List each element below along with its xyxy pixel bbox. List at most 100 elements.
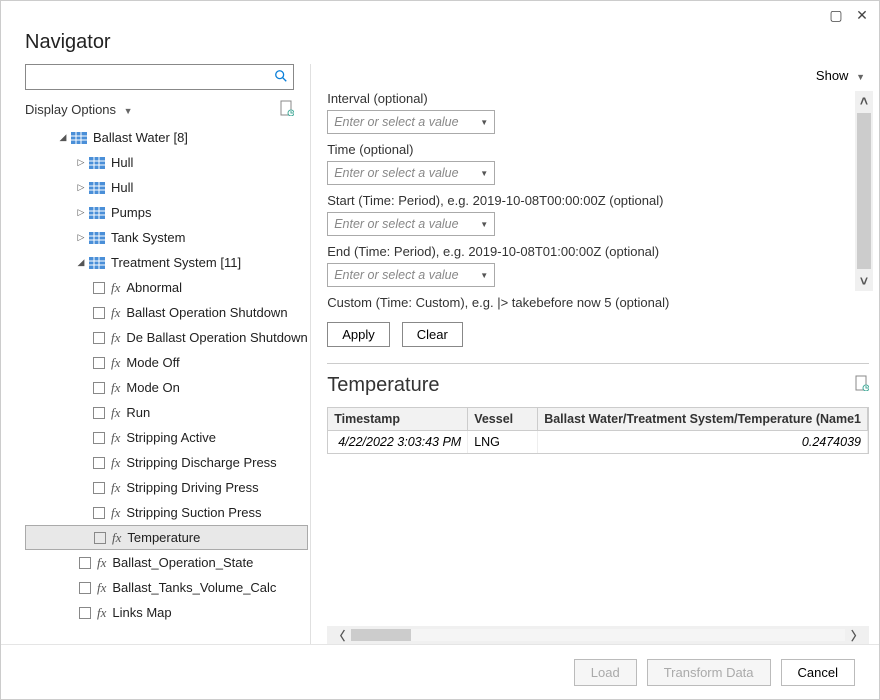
fx-icon: fx	[111, 280, 120, 296]
horizontal-scrollbar[interactable]: 〈 〉	[327, 626, 869, 644]
search-input[interactable]	[26, 70, 269, 85]
scroll-right-icon[interactable]: 〉	[845, 627, 869, 644]
fx-icon: fx	[111, 355, 120, 371]
tree-label: Mode On	[126, 380, 179, 395]
end-combo[interactable]: Enter or select a value▼	[327, 263, 495, 287]
tree-label: Run	[126, 405, 150, 420]
apply-button[interactable]: Apply	[327, 322, 390, 347]
tree-label: Stripping Driving Press	[126, 480, 258, 495]
expand-icon[interactable]: ▷	[75, 207, 87, 218]
tree-fx-item[interactable]: fxBallast_Operation_State	[25, 550, 308, 575]
fx-icon: fx	[111, 455, 120, 471]
checkbox[interactable]	[93, 307, 105, 319]
chevron-down-icon: ▼	[480, 220, 488, 229]
interval-combo[interactable]: Enter or select a value▼	[327, 110, 495, 134]
tree-label: Links Map	[112, 605, 171, 620]
scroll-down-icon[interactable]: ˅	[855, 271, 873, 291]
scroll-up-icon[interactable]: ˄	[855, 91, 873, 111]
checkbox[interactable]	[79, 582, 91, 594]
checkbox[interactable]	[79, 557, 91, 569]
checkbox[interactable]	[93, 457, 105, 469]
tree-fx-item[interactable]: fxMode On	[25, 375, 308, 400]
window-close-icon[interactable]: ✕	[853, 6, 871, 24]
refresh-icon[interactable]	[280, 100, 294, 119]
tree-node[interactable]: ▷ Tank System	[25, 225, 308, 250]
tree-fx-item[interactable]: fxAbnormal	[25, 275, 308, 300]
tree-label: Ballast_Operation_State	[112, 555, 253, 570]
tree-fx-item[interactable]: fxStripping Active	[25, 425, 308, 450]
tree-node[interactable]: ▷Hull	[25, 175, 308, 200]
checkbox[interactable]	[93, 507, 105, 519]
load-button: Load	[574, 659, 637, 686]
tree-label: Temperature	[127, 530, 200, 545]
grid-row[interactable]: 4/22/2022 3:03:43 PM LNG 0.2474039	[328, 431, 868, 453]
display-options-dropdown[interactable]: Display Options ▼	[25, 102, 133, 117]
result-title: Temperature	[327, 374, 439, 397]
col-value[interactable]: Ballast Water/Treatment System/Temperatu…	[538, 408, 868, 430]
vertical-scrollbar[interactable]: ˄ ˅	[855, 91, 873, 291]
tree-label: Tank System	[111, 230, 185, 245]
tree-label: Ballast_Tanks_Volume_Calc	[112, 580, 276, 595]
show-label: Show	[816, 68, 849, 83]
result-grid[interactable]: Timestamp Vessel Ballast Water/Treatment…	[327, 407, 869, 454]
tree-fx-item[interactable]: fxStripping Driving Press	[25, 475, 308, 500]
col-vessel[interactable]: Vessel	[468, 408, 538, 430]
tree-label: Stripping Active	[126, 430, 216, 445]
window-maximize-icon[interactable]: ▢	[827, 6, 845, 24]
checkbox[interactable]	[93, 482, 105, 494]
checkbox[interactable]	[93, 382, 105, 394]
transform-data-button: Transform Data	[647, 659, 771, 686]
refresh-icon[interactable]	[855, 375, 869, 396]
tree-fx-item[interactable]: fxRun	[25, 400, 308, 425]
tree-fx-item[interactable]: fxTemperature	[25, 525, 308, 550]
col-timestamp[interactable]: Timestamp	[328, 408, 468, 430]
start-label: Start (Time: Period), e.g. 2019-10-08T00…	[327, 193, 843, 208]
tree-label: Hull	[111, 155, 133, 170]
checkbox[interactable]	[93, 357, 105, 369]
tree-fx-item[interactable]: fxDe Ballast Operation Shutdown	[25, 325, 308, 350]
chevron-down-icon: ▼	[480, 271, 488, 280]
fx-icon: fx	[111, 505, 120, 521]
checkbox[interactable]	[79, 607, 91, 619]
tree-fx-item[interactable]: fxBallast_Tanks_Volume_Calc	[25, 575, 308, 600]
tree-node[interactable]: ▷ Hull	[25, 150, 308, 175]
tree-label: Stripping Discharge Press	[126, 455, 276, 470]
checkbox[interactable]	[93, 407, 105, 419]
expand-icon[interactable]: ▷	[75, 157, 87, 168]
tree-fx-item[interactable]: fxStripping Suction Press	[25, 500, 308, 525]
collapse-icon[interactable]: ◢	[57, 132, 69, 143]
checkbox[interactable]	[94, 532, 106, 544]
table-icon	[89, 181, 105, 195]
fx-icon: fx	[111, 305, 120, 321]
table-icon	[89, 206, 105, 220]
checkbox[interactable]	[93, 282, 105, 294]
checkbox[interactable]	[93, 332, 105, 344]
show-dropdown[interactable]: Show ▼	[816, 68, 865, 83]
table-icon	[89, 231, 105, 245]
tree-fx-item[interactable]: fx Stripping Discharge Press	[25, 450, 308, 475]
tree-node-ballast-water[interactable]: ◢ Ballast Water [8]	[25, 125, 308, 150]
expand-icon[interactable]: ▷	[75, 182, 87, 193]
search-icon[interactable]	[269, 69, 293, 86]
custom-label: Custom (Time: Custom), e.g. |> takebefor…	[327, 295, 843, 310]
expand-icon[interactable]: ▷	[75, 232, 87, 243]
tree-count: [11]	[220, 255, 241, 270]
checkbox[interactable]	[93, 432, 105, 444]
tree-fx-item[interactable]: fxMode Off	[25, 350, 308, 375]
tree-node[interactable]: ▷Pumps	[25, 200, 308, 225]
interval-label: Interval (optional)	[327, 91, 843, 106]
time-combo[interactable]: Enter or select a value▼	[327, 161, 495, 185]
search-box[interactable]	[25, 64, 294, 90]
scroll-left-icon[interactable]: 〈	[327, 627, 351, 644]
tree-node-treatment-system[interactable]: ◢ Treatment System [11]	[25, 250, 308, 275]
start-combo[interactable]: Enter or select a value▼	[327, 212, 495, 236]
tree-fx-item[interactable]: fxLinks Map	[25, 600, 308, 625]
collapse-icon[interactable]: ◢	[75, 257, 87, 268]
chevron-down-icon: ▼	[480, 169, 488, 178]
tree-fx-item[interactable]: fxBallast Operation Shutdown	[25, 300, 308, 325]
end-label: End (Time: Period), e.g. 2019-10-08T01:0…	[327, 244, 843, 259]
tree-label: Treatment System	[111, 255, 217, 270]
cancel-button[interactable]: Cancel	[781, 659, 855, 686]
clear-button[interactable]: Clear	[402, 322, 463, 347]
nav-tree[interactable]: ◢ Ballast Water [8] ▷Hull▷Hull▷Pumps▷Tan…	[25, 125, 308, 644]
